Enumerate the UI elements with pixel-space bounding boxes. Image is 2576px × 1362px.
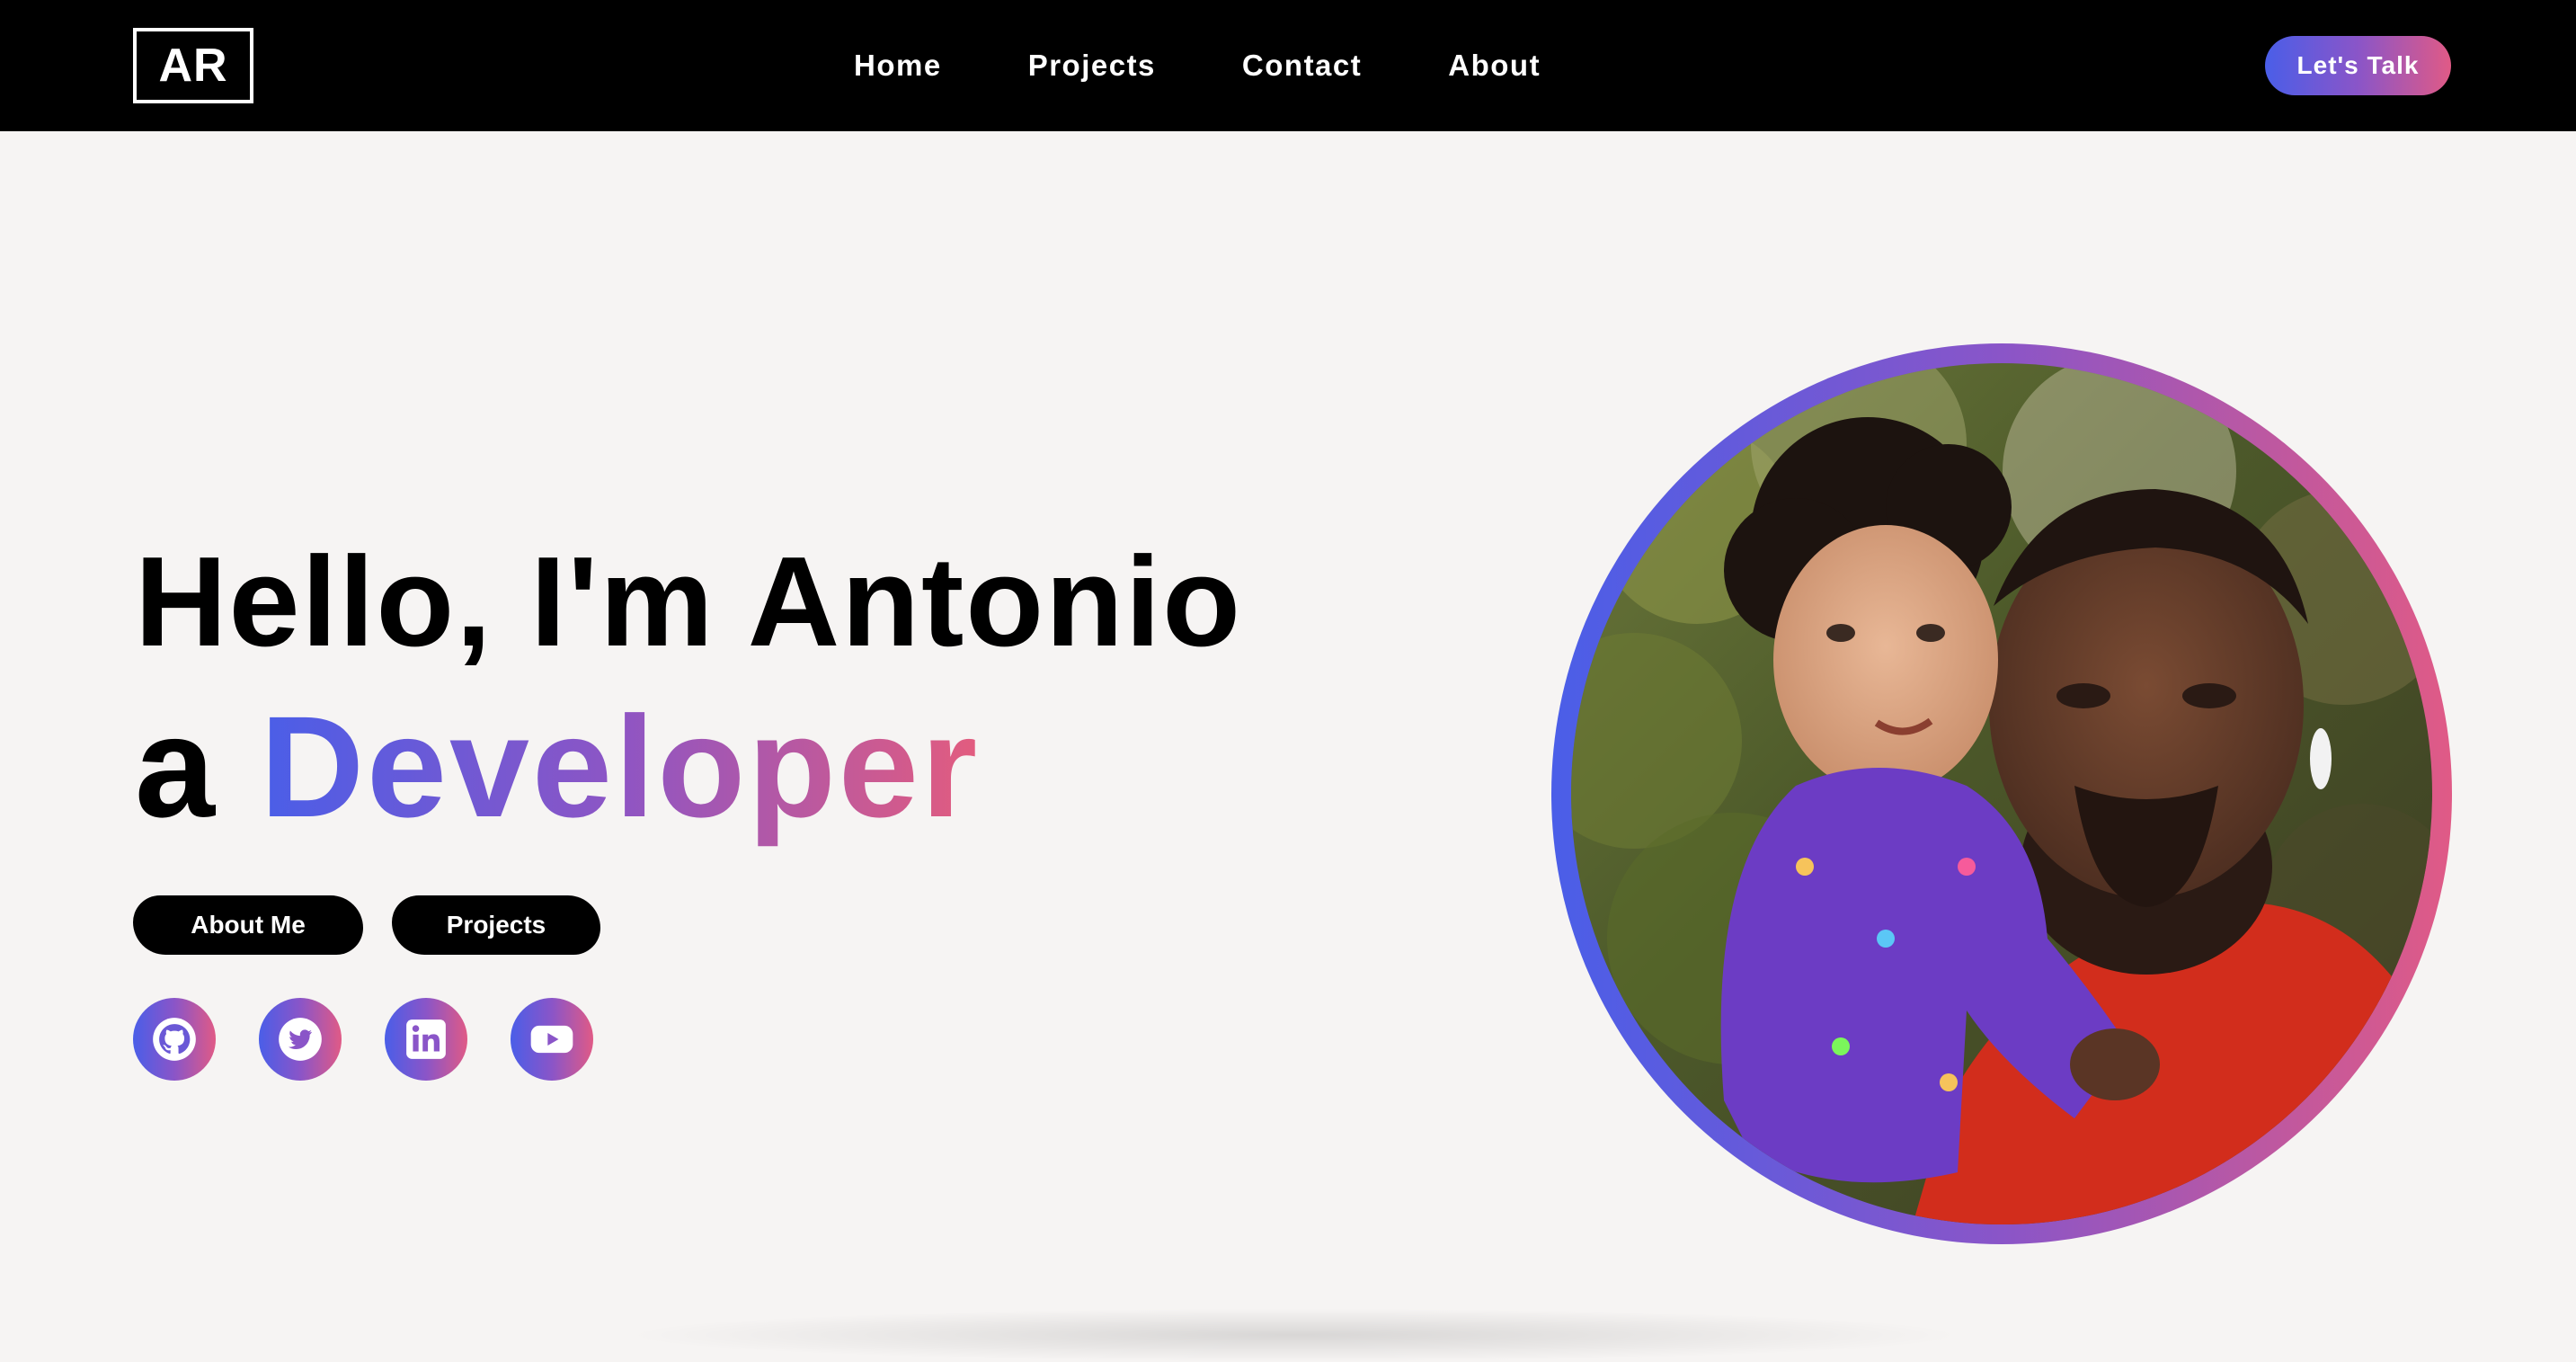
- twitter-link[interactable]: [259, 998, 342, 1081]
- nav-link-about[interactable]: About: [1448, 49, 1541, 83]
- profile-photo-frame: [1551, 343, 2452, 1244]
- linkedin-icon: [406, 1019, 446, 1059]
- linkedin-link[interactable]: [385, 998, 467, 1081]
- hero-subtitle: a Developer: [135, 681, 980, 852]
- twitter-icon: [279, 1018, 322, 1061]
- youtube-link[interactable]: [511, 998, 593, 1081]
- youtube-icon: [530, 1025, 573, 1054]
- nav-link-projects[interactable]: Projects: [1028, 49, 1156, 83]
- hero-buttons: About Me Projects: [133, 895, 600, 955]
- lets-talk-button[interactable]: Let's Talk: [2265, 36, 2451, 95]
- nav-link-contact[interactable]: Contact: [1242, 49, 1362, 83]
- section-shadow: [620, 1308, 1968, 1362]
- navbar: AR Home Projects Contact About Let's Tal…: [0, 0, 2576, 131]
- hero-title: Hello, I'm Antonio: [135, 530, 1242, 673]
- about-me-button[interactable]: About Me: [133, 895, 363, 955]
- hero-subtitle-highlight: Developer: [260, 686, 981, 847]
- profile-photo-image: [1571, 363, 2432, 1224]
- projects-button[interactable]: Projects: [392, 895, 600, 955]
- github-icon: [153, 1018, 196, 1061]
- profile-photo: [1571, 363, 2432, 1224]
- github-link[interactable]: [133, 998, 216, 1081]
- social-links: [133, 998, 593, 1081]
- nav-link-home[interactable]: Home: [854, 49, 942, 83]
- hero-subtitle-prefix: a: [135, 686, 261, 847]
- nav-links: Home Projects Contact About: [854, 0, 1627, 131]
- site-logo[interactable]: AR: [133, 28, 253, 103]
